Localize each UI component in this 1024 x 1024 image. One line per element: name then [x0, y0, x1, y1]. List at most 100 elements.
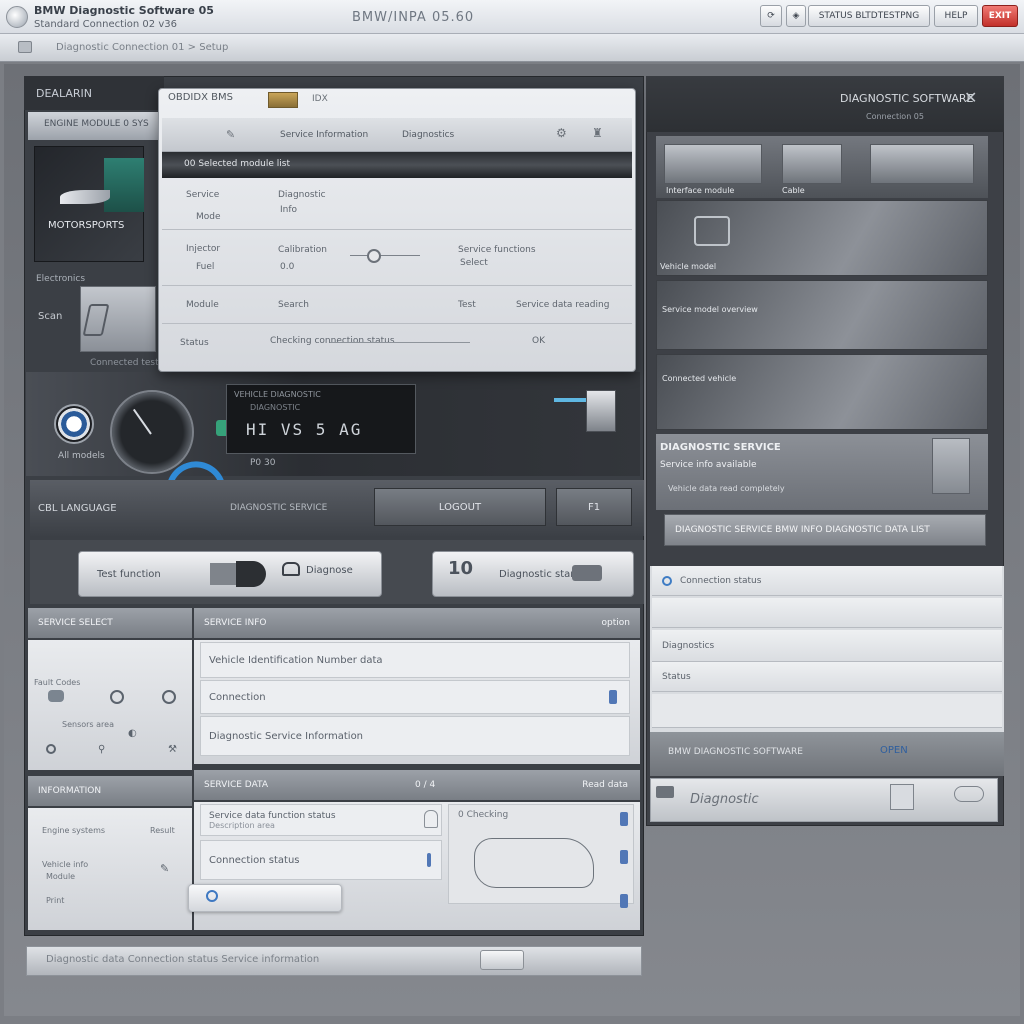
settings-link-icon[interactable] — [620, 850, 628, 864]
window-subtitle: Standard Connection 02 v36 — [34, 19, 177, 30]
document-icon[interactable] — [932, 438, 970, 494]
download-icon[interactable] — [620, 894, 628, 908]
module-strip-label: ENGINE MODULE 0 SYS — [44, 119, 149, 129]
information-header: INFORMATION — [28, 776, 192, 806]
diagnose-label: Diagnose — [306, 565, 353, 576]
signature-text: Diagnostic — [690, 792, 759, 807]
help-button[interactable]: HELP — [934, 5, 978, 27]
progress-line — [330, 342, 470, 343]
row2-right[interactable]: Service functions — [458, 245, 536, 255]
service-information-row[interactable]: Diagnostic Service Information — [200, 716, 630, 756]
right-list-item-4-label: Status — [662, 671, 691, 682]
badge-icon[interactable] — [890, 784, 914, 810]
row3-right[interactable]: Service data reading — [516, 300, 609, 310]
shield-icon[interactable]: ◈ — [786, 5, 806, 27]
dialog-footer-status: Status — [180, 338, 209, 348]
calibration-slider-knob[interactable] — [367, 249, 381, 263]
readout-subheading: DIAGNOSTIC — [250, 403, 301, 412]
vehicle-info-label[interactable]: Vehicle info — [42, 860, 88, 869]
service-information-row-label: Diagnostic Service Information — [209, 730, 364, 742]
dialog-row-2[interactable] — [162, 230, 632, 286]
engine-icon[interactable] — [48, 690, 64, 702]
tools-icon[interactable]: ⚙ — [556, 126, 567, 140]
language-label[interactable]: CBL LANGUAGE — [38, 503, 117, 514]
vehicle-image-3-caption: Connected vehicle — [662, 374, 737, 383]
info-subtitle: Service info available — [660, 460, 757, 470]
device-thumbnail-right[interactable] — [870, 144, 974, 184]
right-list-item-4[interactable]: Status — [652, 662, 1002, 692]
link-status-icon — [662, 575, 672, 586]
row2-right-2[interactable]: Select — [460, 258, 488, 268]
diagnostic-data-banner[interactable]: DIAGNOSTIC SERVICE BMW INFO DIAGNOSTIC D… — [664, 514, 986, 546]
connection-row[interactable]: Connection — [200, 680, 630, 714]
bottom-action-button[interactable] — [480, 950, 524, 970]
result-label[interactable]: Result — [150, 826, 175, 835]
vehicle-image-2[interactable] — [656, 280, 988, 350]
service-data-status-row[interactable]: Service data function status Description… — [200, 804, 442, 836]
sensor-icon[interactable] — [46, 744, 56, 754]
right-list-item-2[interactable] — [652, 598, 1002, 628]
tab-diagnostics[interactable]: Diagnostics — [402, 130, 454, 140]
wheel-icon[interactable] — [110, 690, 124, 704]
row1-value-2: Info — [280, 205, 298, 215]
connector-cable — [554, 398, 586, 402]
dialog-title: OBDIDX BMS — [168, 92, 233, 103]
service-info-option[interactable]: option — [602, 618, 630, 628]
lock-tab-icon[interactable]: ♜ — [592, 126, 603, 140]
refresh-icon[interactable]: ⟳ — [760, 5, 782, 27]
engine-systems-label[interactable]: Engine systems — [42, 826, 105, 835]
right-list-item-5[interactable] — [652, 694, 1002, 728]
toggle-track[interactable] — [210, 563, 236, 585]
cable-thumbnail[interactable] — [782, 144, 842, 184]
tool-icon[interactable]: ⚒ — [168, 744, 177, 755]
app-logo-icon — [6, 6, 28, 28]
vin-row[interactable]: Vehicle Identification Number data — [200, 642, 630, 678]
edit-icon[interactable]: ✎ — [160, 862, 169, 875]
right-footer-text: BMW DIAGNOSTIC SOFTWARE — [668, 747, 803, 757]
pen-icon[interactable]: ✎ — [226, 128, 235, 141]
service-data-counter: 0 / 4 — [415, 780, 436, 790]
interface-thumbnail[interactable] — [664, 144, 762, 184]
info-icon[interactable] — [620, 812, 628, 826]
vehicle-image-3[interactable] — [656, 354, 988, 430]
print-label[interactable]: Print — [46, 896, 64, 905]
row1-key: Service — [186, 190, 220, 200]
close-icon[interactable]: ✕ — [964, 88, 977, 107]
dialog-title-tag: IDX — [312, 94, 328, 104]
fault-codes-label[interactable]: Fault Codes — [34, 678, 80, 687]
status-button[interactable]: STATUS BLTDTESTPNG — [808, 5, 930, 27]
information-title: INFORMATION — [38, 786, 102, 796]
pin-icon[interactable]: ⚲ — [98, 744, 105, 755]
diagnostic-service-label[interactable]: DIAGNOSTIC SERVICE — [230, 503, 327, 513]
dialog-ok-button[interactable]: OK — [532, 336, 545, 346]
toggle-switch[interactable] — [236, 561, 266, 587]
settings-icon[interactable] — [162, 690, 176, 704]
gauge-icon[interactable]: ◐ — [128, 728, 137, 739]
f1-button[interactable]: F1 — [556, 488, 632, 526]
read-data-link[interactable]: Read data — [582, 780, 628, 790]
right-list-item-1-label: Connection status — [680, 575, 762, 586]
sensors-label: Sensors area — [62, 720, 114, 729]
bmw-roundel-icon — [54, 404, 94, 444]
right-list-item-1[interactable]: Connection status — [652, 566, 1002, 596]
vehicle-image-2-caption: Service model overview — [662, 305, 758, 314]
toolbar-path: Diagnostic Connection 01 > Setup — [56, 42, 229, 53]
chip-icon — [268, 92, 298, 108]
connection-status-row[interactable]: Connection status — [200, 840, 442, 880]
thumbnail-caption-2: Cable — [782, 186, 805, 195]
logout-button[interactable]: LOGOUT — [374, 488, 546, 526]
service-data-status-sub: Description area — [209, 820, 275, 830]
search-icon — [206, 890, 218, 902]
exit-button[interactable]: EXIT — [982, 5, 1018, 27]
car-outline-icon[interactable] — [954, 786, 984, 802]
tab-service-information[interactable]: Service Information — [280, 130, 368, 140]
folder-icon[interactable] — [18, 41, 32, 53]
calibration-slider-track[interactable] — [350, 255, 420, 256]
dialog-row-1[interactable] — [162, 178, 632, 230]
open-link[interactable]: OPEN — [880, 745, 908, 756]
mode-bar — [30, 480, 644, 536]
link-icon[interactable] — [609, 690, 617, 704]
lock-icon[interactable] — [424, 810, 438, 828]
right-list-item-3[interactable]: Diagnostics — [652, 630, 1002, 662]
checking-label: 0 Checking — [458, 810, 509, 820]
